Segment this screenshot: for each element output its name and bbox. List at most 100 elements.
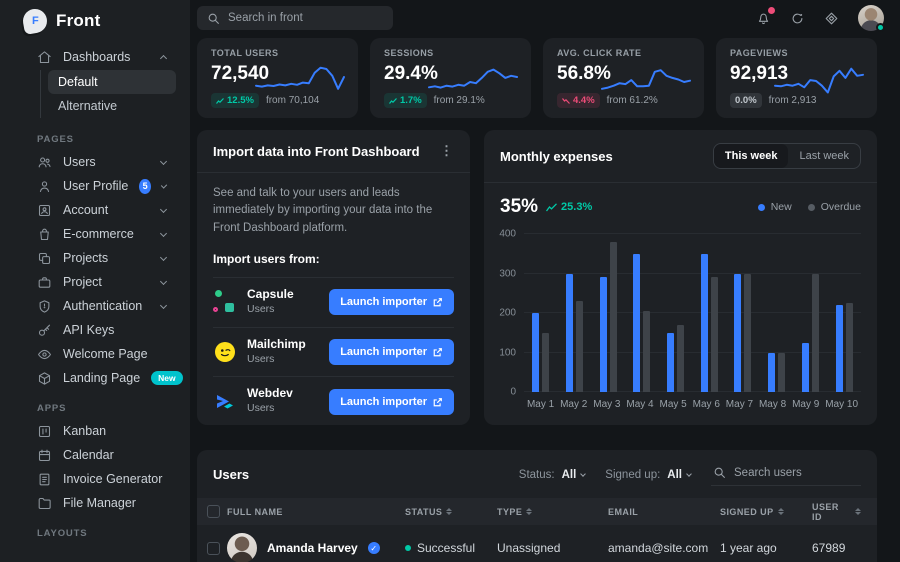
sidebar-item-file-manager[interactable]: File Manager [14, 491, 176, 515]
calendar-icon [37, 448, 52, 463]
x-tick: May 9 [792, 399, 819, 410]
search-input[interactable] [228, 12, 383, 24]
online-status-dot [876, 23, 885, 32]
user-id-cell: 67989 [812, 541, 861, 555]
delta-badge: 4.4% [557, 93, 600, 108]
bar-new-may-4 [633, 254, 640, 392]
bar-overdue-may-5 [677, 325, 684, 392]
sidebar-item-default[interactable]: Default [48, 70, 176, 94]
sort-icon [855, 508, 861, 515]
table-row[interactable]: Amanda Harvey ✓ Successful Unassigned am… [197, 525, 877, 562]
bar-new-may-5 [667, 333, 674, 392]
delta-badge: 12.5% [211, 93, 259, 108]
section-header-pages: Pages [14, 121, 176, 150]
activity-refresh-icon[interactable] [790, 11, 805, 26]
expenses-bar-chart: 0100200300400 May 1May 2May 3May 4May 5M… [484, 222, 877, 410]
eye-icon [37, 347, 52, 362]
sidebar-item-landing-page[interactable]: Landing Page New [14, 366, 176, 390]
user-icon [37, 179, 52, 194]
shield-icon [37, 299, 52, 314]
expenses-title: Monthly expenses [500, 149, 613, 164]
shopping-bag-icon [37, 227, 52, 242]
tab-this-week[interactable]: This week [714, 144, 789, 168]
row-checkbox[interactable] [207, 542, 220, 555]
notification-bell-icon[interactable] [756, 11, 771, 26]
import-card-title: Import data into Front Dashboard [213, 144, 420, 159]
col-status[interactable]: STATUS [405, 507, 497, 517]
sidebar-item-welcome-page[interactable]: Welcome Page [14, 342, 176, 366]
sidebar-item-dashboards[interactable]: Dashboards [14, 45, 176, 69]
bar-new-may-9 [802, 343, 809, 392]
stat-card-avg-click-rate: AVG. CLICK RATE 56.8% 4.4% from 61.2% [543, 38, 704, 118]
bar-new-may-8 [768, 353, 775, 393]
bar-new-may-3 [600, 277, 607, 392]
sessions-sparkline [427, 58, 519, 100]
import-source-mailchimp: Mailchimp Users Launch importer [213, 327, 454, 377]
invoice-icon [37, 472, 52, 487]
col-type[interactable]: TYPE [497, 507, 608, 517]
chart-plot-area [524, 234, 861, 392]
avatar [227, 533, 257, 562]
sidebar-item-ecommerce[interactable]: E-commerce [14, 222, 176, 246]
bar-overdue-may-10 [846, 303, 853, 392]
signed-up-cell: 1 year ago [720, 541, 812, 555]
sidebar-item-authentication[interactable]: Authentication [14, 294, 176, 318]
tab-last-week[interactable]: Last week [788, 144, 860, 168]
sidebar-item-kanban[interactable]: Kanban [14, 419, 176, 443]
col-signed-up[interactable]: SIGNED UP [720, 507, 812, 517]
select-all-checkbox[interactable] [207, 505, 220, 518]
users-search[interactable] [711, 463, 861, 486]
search-icon [713, 466, 726, 479]
chevron-down-icon [580, 471, 586, 477]
stat-label: AVG. CLICK RATE [557, 48, 690, 58]
sidebar-item-api-keys[interactable]: API Keys [14, 318, 176, 342]
col-email[interactable]: EMAIL [608, 507, 720, 517]
launch-importer-button[interactable]: Launch importer [329, 289, 454, 315]
monthly-expenses-card: Monthly expenses This week Last week 35%… [484, 130, 877, 425]
delta-badge: 1.7% [384, 93, 427, 108]
sidebar-item-calendar[interactable]: Calendar [14, 443, 176, 467]
external-link-icon [433, 347, 443, 357]
sidebar-item-account[interactable]: Account [14, 198, 176, 222]
main-content: TOTAL USERS 72,540 12.5% from 70,104 SES… [197, 38, 877, 562]
stat-label: TOTAL USERS [211, 48, 344, 58]
dashboards-children: Default Alternative [40, 70, 176, 118]
topbar [190, 0, 900, 36]
global-search[interactable] [197, 6, 393, 30]
x-tick: May 6 [693, 399, 720, 410]
sidebar-item-users[interactable]: Users [14, 150, 176, 174]
x-tick: May 5 [660, 399, 687, 410]
col-user-id[interactable]: USER ID [812, 502, 861, 522]
sort-icon [778, 508, 784, 515]
sidebar-item-alternative[interactable]: Alternative [48, 94, 176, 118]
layers-icon[interactable] [824, 11, 839, 26]
status-filter[interactable]: Status: All [519, 469, 586, 481]
col-full-name[interactable]: FULL NAME [227, 507, 405, 517]
users-search-input[interactable] [734, 467, 859, 479]
external-link-icon [433, 297, 443, 307]
external-link-icon [433, 397, 443, 407]
notification-dot [768, 7, 775, 14]
click-rate-sparkline [600, 58, 692, 100]
more-options-icon[interactable]: ⋮ [440, 143, 454, 159]
sidebar-item-projects[interactable]: Projects [14, 246, 176, 270]
id-card-icon [37, 203, 52, 218]
sidebar-item-project[interactable]: Project [14, 270, 176, 294]
sidebar-item-invoice-generator[interactable]: Invoice Generator [14, 467, 176, 491]
expenses-percent: 35% [500, 196, 538, 218]
bar-new-may-6 [701, 254, 708, 392]
chevron-down-icon [160, 229, 167, 236]
users-table-header: FULL NAME STATUS TYPE EMAIL SIGNED UP US… [197, 498, 877, 525]
brand-logo[interactable]: F Front [0, 0, 190, 43]
status-cell: Successful [405, 541, 497, 555]
launch-importer-button[interactable]: Launch importer [329, 339, 454, 365]
expenses-delta: 25.3% [546, 201, 592, 213]
launch-importer-button[interactable]: Launch importer [329, 389, 454, 415]
trend-up-icon [546, 203, 557, 212]
sidebar-item-user-profile[interactable]: User Profile 5 [14, 174, 176, 198]
bar-overdue-may-7 [744, 274, 751, 393]
bar-overdue-may-4 [643, 311, 650, 392]
user-avatar[interactable] [858, 5, 884, 31]
signed-up-filter[interactable]: Signed up: All [605, 469, 691, 481]
y-tick: 300 [499, 268, 516, 279]
